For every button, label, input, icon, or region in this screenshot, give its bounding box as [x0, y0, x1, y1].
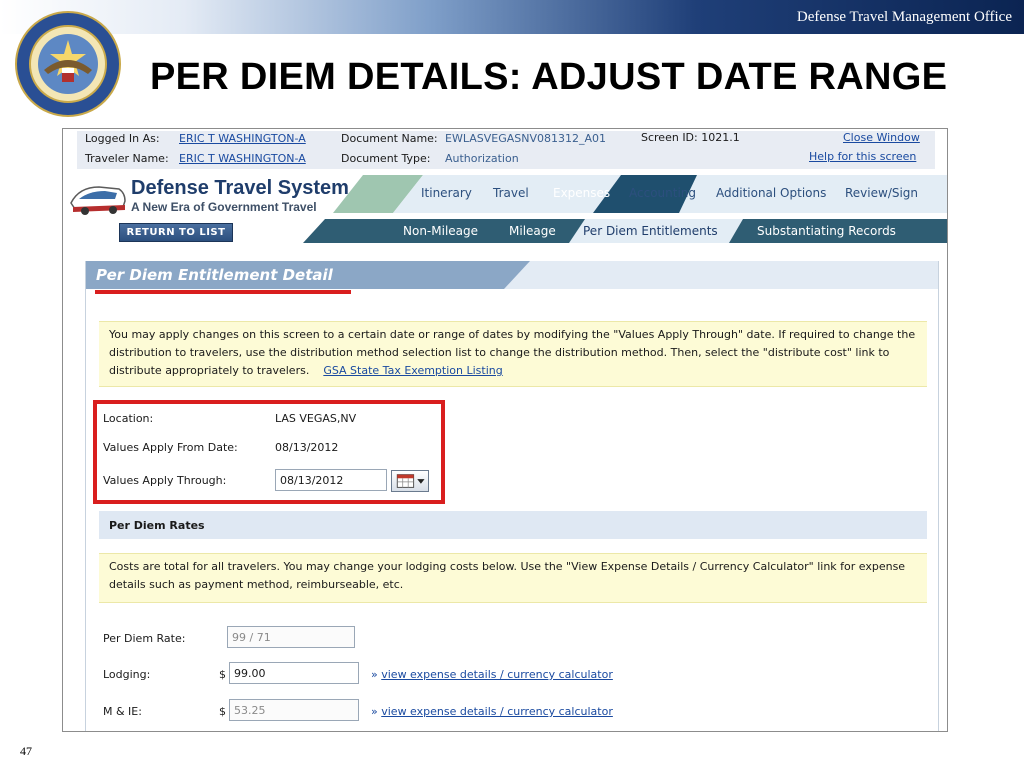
slide-title: PER DIEM DETAILS: ADJUST DATE RANGE — [150, 56, 948, 98]
tab-travel[interactable]: Travel — [493, 186, 529, 200]
traveler-name-link[interactable]: ERIC T WASHINGTON-A — [179, 152, 306, 165]
location-value: LAS VEGAS,NV — [275, 412, 357, 425]
title-highlight-underline — [95, 290, 351, 294]
dts-logo: Defense Travel System A New Era of Gover… — [69, 177, 359, 221]
org-name: Defense Travel Management Office — [796, 9, 1012, 25]
mie-calculator-link[interactable]: » view expense details / currency calcul… — [371, 705, 613, 718]
calendar-picker-button[interactable] — [391, 470, 429, 492]
mie-field: 53.25 — [229, 699, 359, 721]
location-label: Location: — [103, 412, 154, 425]
link-arrow-icon: » — [371, 705, 378, 718]
close-window-link[interactable]: Close Window — [843, 131, 920, 144]
lodging-currency: $ — [219, 668, 226, 681]
costs-note: Costs are total for all travelers. You m… — [99, 553, 927, 603]
link-arrow-icon: » — [371, 668, 378, 681]
dtmo-seal-icon — [15, 11, 121, 117]
from-date-value: 08/13/2012 — [275, 441, 339, 454]
tab-additional-options[interactable]: Additional Options — [716, 186, 826, 200]
per-diem-rate-label: Per Diem Rate: — [103, 632, 186, 645]
tab-review-sign[interactable]: Review/Sign — [845, 186, 918, 200]
screen-id: Screen ID: 1021.1 — [641, 131, 740, 144]
gsa-tax-exemption-link[interactable]: GSA State Tax Exemption Listing — [323, 364, 502, 377]
document-type-value: Authorization — [445, 152, 519, 165]
return-to-list-button[interactable]: RETURN TO LIST — [119, 223, 233, 242]
help-link[interactable]: Help for this screen — [809, 150, 916, 163]
document-name-value: EWLASVEGASNV081312_A01 — [445, 132, 606, 145]
subtab-mileage[interactable]: Mileage — [509, 224, 556, 238]
subtab-substantiating-records[interactable]: Substantiating Records — [757, 224, 896, 238]
lodging-calculator-link-text: view expense details / currency calculat… — [381, 668, 613, 681]
logged-in-label: Logged In As: — [85, 132, 160, 145]
mie-label: M & IE: — [103, 705, 142, 718]
lodging-label: Lodging: — [103, 668, 151, 681]
dts-screenshot: Logged In As: ERIC T WASHINGTON-A Travel… — [62, 128, 948, 732]
subtab-non-mileage[interactable]: Non-Mileage — [403, 224, 478, 238]
per-diem-rates-header: Per Diem Rates — [99, 511, 927, 539]
subtab-per-diem-entitlements[interactable]: Per Diem Entitlements — [583, 224, 718, 238]
calendar-icon — [396, 474, 425, 488]
dts-title: Defense Travel System — [131, 177, 349, 199]
panel-header: Per Diem Entitlement Detail — [86, 261, 938, 289]
lodging-input[interactable]: 99.00 — [229, 662, 359, 684]
dts-subtitle: A New Era of Government Travel — [131, 200, 317, 214]
tab-accounting[interactable]: Accounting — [629, 186, 696, 200]
through-date-label: Values Apply Through: — [103, 474, 227, 487]
instructions-note: You may apply changes on this screen to … — [99, 321, 927, 387]
tab-itinerary[interactable]: Itinerary — [421, 186, 472, 200]
document-type-label: Document Type: — [341, 152, 431, 165]
from-date-label: Values Apply From Date: — [103, 441, 238, 454]
costs-note-text: Costs are total for all travelers. You m… — [109, 560, 906, 591]
traveler-name-label: Traveler Name: — [85, 152, 169, 165]
mie-currency: $ — [219, 705, 226, 718]
lodging-calculator-link[interactable]: » view expense details / currency calcul… — [371, 668, 613, 681]
main-tab-bar: Itinerary Travel Expenses Accounting Add… — [333, 175, 947, 213]
document-name-label: Document Name: — [341, 132, 438, 145]
slide-number: 47 — [20, 744, 32, 758]
instructions-text: You may apply changes on this screen to … — [109, 328, 916, 377]
per-diem-rate-field: 99 / 71 — [227, 626, 355, 648]
through-date-input[interactable]: 08/13/2012 — [275, 469, 387, 491]
travel-logo-icon — [70, 186, 126, 215]
panel-title: Per Diem Entitlement Detail — [96, 266, 333, 284]
tab-expenses[interactable]: Expenses — [553, 186, 610, 200]
mie-calculator-link-text: view expense details / currency calculat… — [381, 705, 613, 718]
sub-tab-bar: Non-Mileage Mileage Per Diem Entitlement… — [303, 219, 947, 243]
logged-in-user-link[interactable]: ERIC T WASHINGTON-A — [179, 132, 306, 145]
